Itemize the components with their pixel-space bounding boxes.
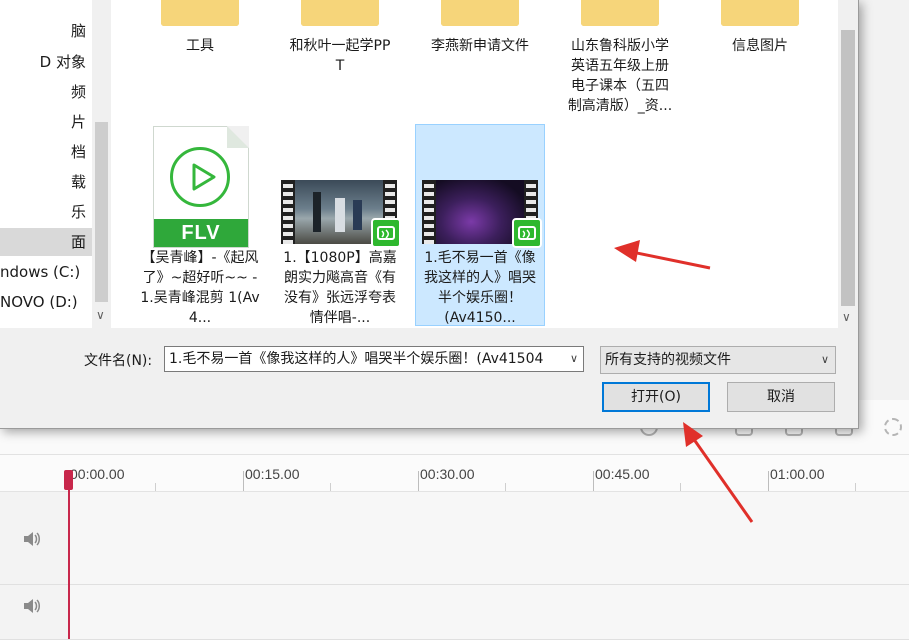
ruler-minor-tick <box>155 483 156 491</box>
folder-label: 李燕新申请文件 <box>431 38 529 54</box>
audio-track-2[interactable] <box>0 585 909 640</box>
nav-scrollbar[interactable]: ∨ <box>92 0 111 328</box>
track-header <box>0 492 69 584</box>
loading-icon <box>884 418 902 436</box>
ruler-minor-tick <box>680 483 681 491</box>
speaker-icon[interactable] <box>22 530 42 548</box>
folder-label: 信息图片 <box>732 38 788 54</box>
nav-item-pc[interactable]: 脑 <box>0 17 92 45</box>
filename-label: 文件名(N): <box>84 353 153 369</box>
file-list: 工具 和秋叶一起学PPT 李燕新申请文件 山东鲁科版小学英语五年级上册电子课本（… <box>111 0 838 328</box>
nav-item-drive-d[interactable]: NOVO (D:) <box>0 288 92 316</box>
ruler-tick <box>418 471 419 491</box>
ruler-label: 00:00.00 <box>70 466 125 482</box>
folder-icon <box>721 0 799 32</box>
chevron-down-icon[interactable]: ∨ <box>565 347 583 371</box>
chevron-down-icon: ∨ <box>820 353 829 366</box>
file-type-select[interactable]: 所有支持的视频文件 ∨ <box>600 346 836 374</box>
folder-label: 工具 <box>186 38 214 54</box>
video-file-item[interactable]: FLV 【吴青峰】-《起风了》~超好听~~ - 1.吴青峰混剪 1(Av4... <box>135 124 265 326</box>
file-scroll-thumb[interactable] <box>841 30 855 306</box>
playhead-handle[interactable] <box>64 470 73 490</box>
folder-icon <box>581 0 659 32</box>
video-app-badge-icon <box>371 218 401 248</box>
folder-item[interactable]: 工具 <box>135 0 265 56</box>
nav-item-documents[interactable]: 档 <box>0 138 92 166</box>
ruler-label: 00:15.00 <box>245 466 300 482</box>
ruler-tick <box>768 471 769 491</box>
folder-label: 山东鲁科版小学英语五年级上册电子课本（五四制高清版）_资... <box>567 38 673 114</box>
track-header <box>0 585 69 639</box>
ruler-minor-tick <box>330 483 331 491</box>
ruler-tick <box>593 471 594 491</box>
nav-scroll-thumb[interactable] <box>95 122 108 302</box>
nav-item-downloads[interactable]: 载 <box>0 168 92 196</box>
folder-item[interactable]: 信息图片 <box>695 0 825 56</box>
video-file-item-selected[interactable]: 1.毛不易一首《像我这样的人》唱哭半个娱乐圈！(Av4150... <box>415 124 545 326</box>
ruler-label: 00:45.00 <box>595 466 650 482</box>
folder-icon <box>441 0 519 32</box>
nav-item-music[interactable]: 乐 <box>0 198 92 226</box>
ruler-minor-tick <box>505 483 506 491</box>
speaker-icon[interactable] <box>22 597 42 615</box>
video-label: 1.【1080P】高嘉朗实力飚高音《有没有》张远浮夸表情伴唱-... <box>283 250 397 326</box>
nav-item-3d-objects[interactable]: D 对象 <box>0 48 92 76</box>
ruler-label: 01:00.00 <box>770 466 825 482</box>
dialog-footer: 文件名(N): 1.毛不易一首《像我这样的人》唱哭半个娱乐圈！(Av41504 … <box>0 328 858 428</box>
folder-item[interactable]: 山东鲁科版小学英语五年级上册电子课本（五四制高清版）_资... <box>555 0 685 116</box>
video-app-badge-icon <box>512 218 542 248</box>
navigation-pane: 脑 D 对象 频 片 档 载 乐 面 ndows (C:) NOVO (D:) <box>0 0 92 328</box>
nav-item-drive-c[interactable]: ndows (C:) <box>0 258 92 286</box>
folder-icon <box>161 0 239 32</box>
ruler-label: 00:30.00 <box>420 466 475 482</box>
video-label: 【吴青峰】-《起风了》~超好听~~ - 1.吴青峰混剪 1(Av4... <box>140 250 260 326</box>
folder-item[interactable]: 李燕新申请文件 <box>415 0 545 56</box>
cancel-button[interactable]: 取消 <box>727 382 835 412</box>
scroll-down-icon[interactable]: ∨ <box>842 310 851 324</box>
audio-track-1[interactable] <box>0 492 909 585</box>
filename-input[interactable]: 1.毛不易一首《像我这样的人》唱哭半个娱乐圈！(Av41504 <box>164 346 584 372</box>
ruler-minor-tick <box>855 483 856 491</box>
folder-item[interactable]: 和秋叶一起学PPT <box>275 0 405 76</box>
folder-label: 和秋叶一起学PPT <box>289 38 391 74</box>
video-label: 1.毛不易一首《像我这样的人》唱哭半个娱乐圈！(Av4150... <box>424 250 536 326</box>
nav-item-videos[interactable]: 频 <box>0 78 92 106</box>
file-list-scrollbar[interactable]: ∨ <box>838 0 858 328</box>
scroll-down-icon[interactable]: ∨ <box>96 308 105 322</box>
ruler-tick <box>243 471 244 491</box>
nav-item-desktop[interactable]: 面 <box>0 228 92 256</box>
timeline-ruler[interactable]: 00:00.00 00:15.00 00:30.00 00:45.00 01:0… <box>0 455 909 492</box>
flv-file-icon: FLV <box>153 126 249 248</box>
file-type-value: 所有支持的视频文件 <box>605 352 731 368</box>
playhead-line[interactable] <box>68 470 70 639</box>
folder-icon <box>301 0 379 32</box>
video-file-item[interactable]: 1.【1080P】高嘉朗实力飚高音《有没有》张远浮夸表情伴唱-... <box>275 124 405 326</box>
open-button[interactable]: 打开(O) <box>602 382 710 412</box>
nav-item-pictures[interactable]: 片 <box>0 108 92 136</box>
open-file-dialog: 脑 D 对象 频 片 档 载 乐 面 ndows (C:) NOVO (D:) … <box>0 0 859 429</box>
